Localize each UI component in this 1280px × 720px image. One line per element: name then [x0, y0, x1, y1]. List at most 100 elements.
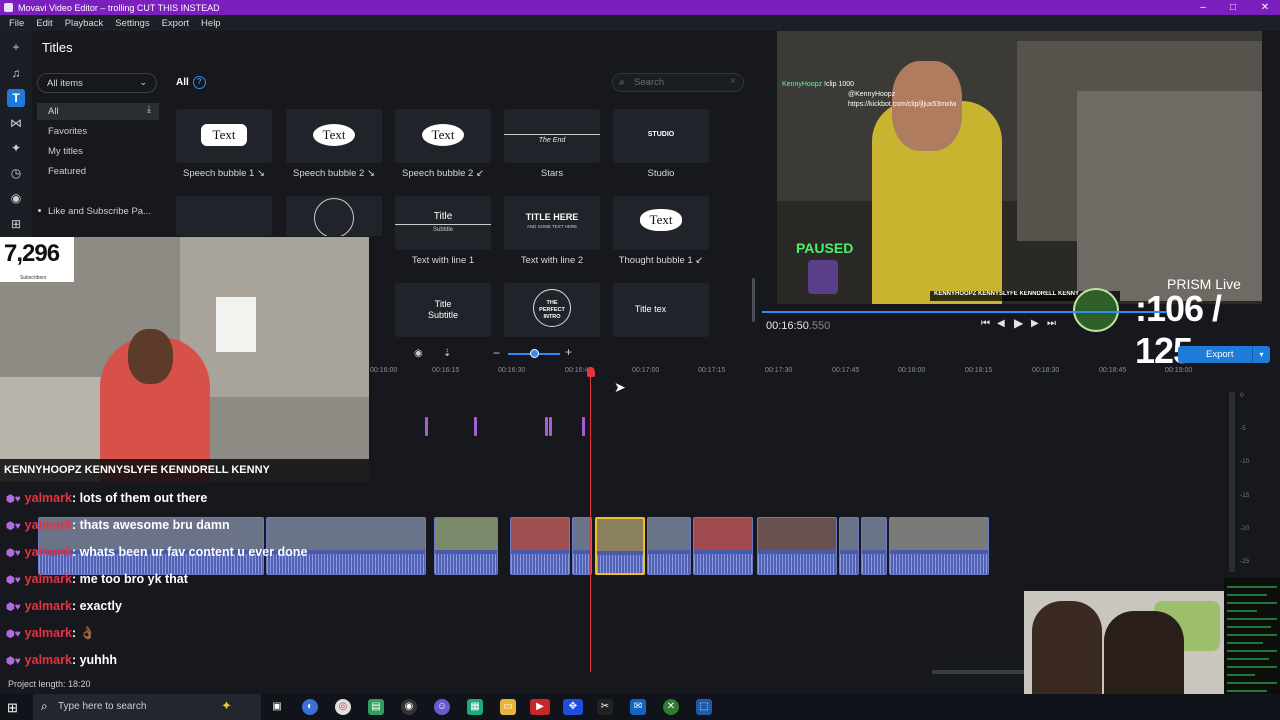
- title-tile[interactable]: [176, 196, 272, 236]
- transitions-icon[interactable]: ⋈: [7, 114, 25, 132]
- copilot-icon[interactable]: ◐: [302, 699, 318, 715]
- sticker-icon[interactable]: ◉: [7, 189, 25, 207]
- video-clip[interactable]: [647, 517, 691, 575]
- menu-playback[interactable]: Playback: [65, 18, 104, 29]
- title-tile[interactable]: Text: [613, 196, 709, 250]
- mic-icon[interactable]: ⇣: [443, 348, 451, 359]
- socials-strip: KENNYHOOPZ KENNYSLYFE KENNDRELL KENNY: [0, 459, 369, 482]
- video-preview[interactable]: [777, 31, 1262, 304]
- db-label: -10: [1240, 458, 1250, 465]
- capcut-icon[interactable]: ✂: [597, 699, 613, 715]
- title-tile[interactable]: The End: [504, 109, 600, 163]
- chat-line: ⬢♥ yalmark: whats been ur fav content u e…: [6, 545, 308, 559]
- menu-file[interactable]: File: [9, 18, 24, 29]
- title-tile[interactable]: TITLE HERE AND SOME TEXT HERE: [504, 196, 600, 250]
- help-icon[interactable]: ?: [193, 76, 206, 89]
- app-icon: [4, 3, 13, 12]
- title-tile[interactable]: STUDIO: [613, 109, 709, 163]
- import-icon[interactable]: ⤓: [147, 104, 151, 115]
- panel-scrollbar[interactable]: [752, 278, 755, 322]
- panel-heading: Titles: [42, 40, 73, 55]
- subscriber-count: 7,296: [4, 240, 60, 267]
- app-icon[interactable]: ⬚: [696, 699, 712, 715]
- next-frame-icon[interactable]: ▶︎: [1031, 318, 1039, 329]
- chat-badges-icon: ⬢♥: [6, 575, 21, 586]
- zoom-in-icon[interactable]: +: [565, 345, 572, 359]
- discord-icon[interactable]: ☺: [434, 699, 450, 715]
- more-tools-icon[interactable]: ⊞: [7, 215, 25, 233]
- title-tile[interactable]: Text: [395, 109, 491, 163]
- effects-icon[interactable]: ✦: [7, 139, 25, 157]
- close-button[interactable]: ✕: [1250, 0, 1280, 15]
- title-tile[interactable]: THE PERFECT INTRO: [504, 283, 600, 337]
- skip-end-icon[interactable]: ⏭: [1047, 318, 1056, 329]
- category-featured[interactable]: Featured: [48, 166, 86, 177]
- timeline-scrollbar[interactable]: [932, 670, 1026, 674]
- export-button[interactable]: Export ▾: [1178, 346, 1270, 363]
- category-filter-dropdown[interactable]: All items ⌄: [37, 73, 157, 93]
- record-icon[interactable]: ◉: [414, 348, 423, 359]
- video-clip[interactable]: [757, 517, 837, 575]
- menu-help[interactable]: Help: [201, 18, 221, 29]
- category-like-subscribe[interactable]: Like and Subscribe Pa...: [48, 206, 151, 217]
- selected-video-clip[interactable]: [595, 517, 645, 575]
- title-tile[interactable]: Title Subtitle: [395, 283, 491, 337]
- maximize-button[interactable]: □: [1218, 0, 1248, 15]
- title-tile[interactable]: Title Subtitle: [395, 196, 491, 250]
- volume-meter: [1229, 392, 1235, 572]
- video-clip[interactable]: [693, 517, 753, 575]
- category-all[interactable]: All: [48, 106, 59, 117]
- timeline-marker[interactable]: [582, 417, 585, 436]
- titles-icon[interactable]: T: [7, 89, 25, 107]
- xbox-icon[interactable]: ✕: [663, 699, 679, 715]
- video-clip[interactable]: [434, 517, 498, 575]
- video-clip[interactable]: [572, 517, 592, 575]
- chat-badges-icon: ⬢♥: [6, 548, 21, 559]
- obs-icon[interactable]: ◉: [401, 699, 417, 715]
- timeline-marker[interactable]: [474, 417, 477, 436]
- store-icon[interactable]: ▤: [368, 699, 384, 715]
- title-tile[interactable]: Text: [176, 109, 272, 163]
- category-favorites[interactable]: Favorites: [48, 126, 87, 137]
- video-app-icon[interactable]: ▶: [530, 699, 550, 715]
- clear-icon[interactable]: ×: [730, 76, 736, 87]
- preview-progress[interactable]: [762, 311, 1167, 313]
- zoom-out-icon[interactable]: −: [493, 346, 500, 360]
- prev-frame-icon[interactable]: ◀︎: [997, 318, 1005, 329]
- title-tile[interactable]: [286, 196, 382, 236]
- category-my-titles[interactable]: My titles: [48, 146, 83, 157]
- title-tile[interactable]: Title tex: [613, 283, 709, 337]
- speed-icon[interactable]: ◷: [7, 164, 25, 182]
- play-icon[interactable]: ▶: [1014, 316, 1023, 330]
- movavi-icon[interactable]: ✥: [563, 699, 583, 715]
- chevron-down-icon[interactable]: ▾: [1252, 346, 1270, 363]
- zoom-slider-handle[interactable]: [530, 349, 539, 358]
- playhead-handle[interactable]: [587, 367, 595, 377]
- title-tile[interactable]: Text: [286, 109, 382, 163]
- menu-edit[interactable]: Edit: [36, 18, 52, 29]
- video-clip[interactable]: [889, 517, 989, 575]
- video-clip[interactable]: [839, 517, 859, 575]
- add-icon[interactable]: +: [7, 38, 25, 56]
- app-icon[interactable]: ▦: [467, 699, 483, 715]
- video-clip[interactable]: [861, 517, 887, 575]
- tile-sample: Title: [434, 299, 452, 309]
- menu-settings[interactable]: Settings: [115, 18, 149, 29]
- minimize-button[interactable]: –: [1188, 0, 1218, 15]
- menu-export[interactable]: Export: [162, 18, 189, 29]
- chat-line: ⬢♥ yalmark: yuhhh: [6, 653, 118, 667]
- timeline-marker[interactable]: [425, 417, 428, 436]
- taskbar-search-input[interactable]: ⌕ Type here to search ✦: [33, 694, 261, 720]
- folder-icon[interactable]: ▭: [500, 699, 516, 715]
- search-input[interactable]: ⌕ Search ×: [612, 73, 744, 92]
- video-clip[interactable]: [510, 517, 570, 575]
- timeline-marker[interactable]: [549, 417, 552, 436]
- skip-start-icon[interactable]: ⏮: [981, 318, 990, 329]
- timeline-marker[interactable]: [545, 417, 548, 436]
- task-view-icon[interactable]: ▣: [269, 699, 285, 715]
- windows-start-icon[interactable]: ⊞: [7, 700, 18, 716]
- ruler-tick: 00:18:45: [1099, 367, 1127, 374]
- outlook-icon[interactable]: ✉: [630, 699, 646, 715]
- music-icon[interactable]: ♫: [7, 64, 25, 82]
- chrome-icon[interactable]: ◎: [335, 699, 351, 715]
